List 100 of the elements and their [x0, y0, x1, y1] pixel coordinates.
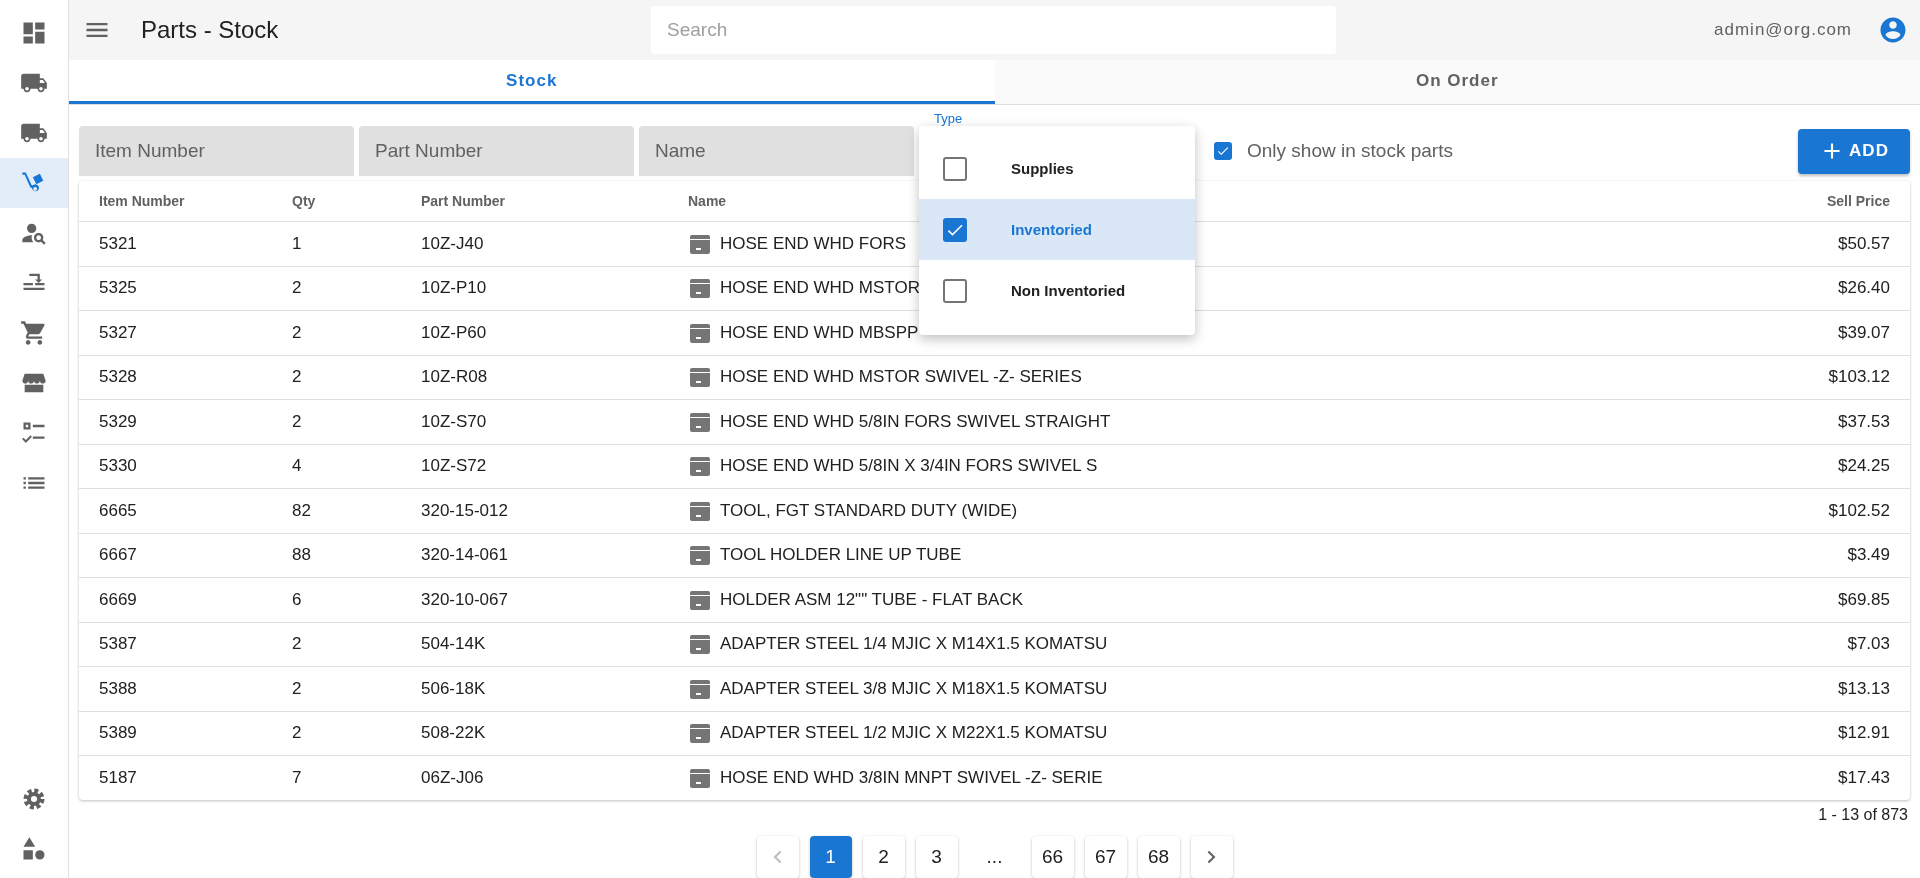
- option-label: Inventoried: [1011, 221, 1092, 238]
- table-cell-text: 2: [292, 634, 303, 655]
- table-cell-text: $13.13: [1837, 678, 1890, 699]
- table-cell: HOSE END WHD MBSPP: [720, 322, 919, 343]
- user-email: admin@org.com: [1714, 20, 1852, 40]
- type-label: Type: [934, 111, 963, 126]
- table-cell: HOSE END WHD 3/8IN MNPT SWIVEL -Z- SERIE: [720, 767, 1103, 788]
- table-cell-text: $102.52: [1827, 500, 1890, 521]
- table-cell: TOOL, FGT STANDARD DUTY (WIDE): [720, 500, 1018, 521]
- table-cell-text: $39.07: [1837, 322, 1890, 343]
- table-cell-text: 6: [292, 589, 303, 610]
- table-cell-text: 10Z-R08: [421, 367, 489, 388]
- column-header: Part Number: [421, 193, 507, 209]
- page-button[interactable]: 3: [915, 835, 958, 878]
- table-cell-text: 6667: [99, 545, 138, 566]
- table-cell-text: $50.57: [1837, 233, 1890, 254]
- account-button[interactable]: [1878, 15, 1908, 45]
- table-cell-text: 2: [292, 278, 303, 299]
- table-cell-text: $69.85: [1837, 589, 1890, 610]
- table-cell-text: $17.43: [1837, 767, 1890, 788]
- checkbox[interactable]: [1214, 142, 1232, 160]
- table-cell-text: 7: [292, 767, 303, 788]
- page-button[interactable]: 66: [1031, 835, 1074, 878]
- checkbox[interactable]: [943, 217, 967, 242]
- table-cell-text: 6665: [99, 500, 138, 521]
- table-cell-text: 6669: [99, 589, 138, 610]
- table-cell-text: 2: [292, 322, 303, 343]
- table-cell-text: 10Z-S70: [421, 411, 488, 432]
- table-cell: HOLDER ASM 12"" TUBE - FLAT BACK: [720, 589, 1024, 610]
- table-cell-text: $7.03: [1846, 634, 1890, 655]
- table-cell-text: 2: [292, 723, 303, 744]
- filter-field[interactable]: Part Number: [359, 126, 634, 176]
- table-cell-text: 5325: [99, 278, 138, 299]
- table-cell-text: 506-18K: [421, 678, 487, 699]
- checkbox[interactable]: [943, 156, 967, 181]
- box-icon: [688, 543, 712, 568]
- table-cell-text: 10Z-P10: [421, 278, 488, 299]
- table-cell-text: $103.12: [1827, 367, 1890, 388]
- box-icon: [688, 365, 712, 390]
- table-cell-text: 06Z-J06: [421, 767, 485, 788]
- chevron-left-icon: [773, 849, 782, 864]
- menu-option[interactable]: Non Inventoried: [919, 260, 1195, 321]
- table-cell-text: 5328: [99, 367, 138, 388]
- table-cell-text: $26.40: [1837, 278, 1890, 299]
- table-cell-text: 10Z-S72: [421, 456, 488, 477]
- menu-option[interactable]: Inventoried: [919, 199, 1195, 260]
- table-cell-text: 82: [292, 500, 312, 521]
- table-cell-text: 5387: [99, 634, 138, 655]
- table-cell-text: 5389: [99, 723, 138, 744]
- table-cell-text: 504-14K: [421, 634, 487, 655]
- page-range: 1 - 13 of 873: [1818, 805, 1908, 825]
- table-cell-text: 320-15-012: [421, 500, 509, 521]
- page-button[interactable]: 68: [1137, 835, 1180, 878]
- table-cell-text: 5327: [99, 322, 138, 343]
- table-cell-text: $3.49: [1846, 545, 1890, 566]
- table-cell-text: 5321: [99, 233, 138, 254]
- menu-option[interactable]: Supplies: [919, 138, 1195, 199]
- box-icon: [688, 454, 712, 479]
- option-label: Supplies: [1011, 160, 1074, 177]
- table-cell-text: 4: [292, 456, 303, 477]
- table-cell-text: 1: [292, 233, 303, 254]
- table-cell-text: $12.91: [1837, 723, 1890, 744]
- table-cell-text: 5388: [99, 678, 138, 699]
- option-label: Non Inventoried: [1011, 282, 1126, 299]
- page-button[interactable]: 1: [809, 835, 852, 878]
- column-header: Item Number: [99, 193, 186, 209]
- table-cell: TOOL HOLDER LINE UP TUBE: [720, 545, 962, 566]
- table-cell-text: 5330: [99, 456, 138, 477]
- column-header: Qty: [292, 193, 317, 209]
- search-field[interactable]: Search: [651, 6, 1336, 54]
- table-cell: ADAPTER STEEL 3/8 MJIC X M18X1.5 KOMATSU: [720, 678, 1108, 699]
- filter-field[interactable]: Name: [639, 126, 914, 176]
- column-header: Name: [688, 193, 728, 209]
- table-cell-text: 5329: [99, 411, 138, 432]
- table-cell: ADAPTER STEEL 1/4 MJIC X M14X1.5 KOMATSU: [720, 634, 1108, 655]
- table-cell-text: $24.25: [1837, 456, 1890, 477]
- box-icon: [688, 276, 712, 301]
- table-cell: HOSE END WHD MSTOR SWIVEL -Z- SERIES: [720, 367, 1082, 388]
- sidebar-item[interactable]: [0, 158, 68, 208]
- add-button[interactable]: ADD: [1798, 128, 1910, 174]
- tab[interactable]: On Order: [994, 60, 1920, 104]
- page-ellipsis: ...: [985, 845, 1004, 868]
- table-cell-text: 88: [292, 545, 312, 566]
- table-cell-text: 320-10-067: [421, 589, 509, 610]
- table-cell-text: 2: [292, 367, 303, 388]
- page-button[interactable]: 67: [1084, 835, 1127, 878]
- table-cell-text: 10Z-P60: [421, 322, 488, 343]
- box-icon: [688, 632, 712, 657]
- table-cell-text: $37.53: [1837, 411, 1890, 432]
- table-cell-text: 2: [292, 411, 303, 432]
- table-cell-text: 508-22K: [421, 723, 487, 744]
- table-cell: HOSE END WHD FORS: [720, 233, 907, 254]
- table-cell: HOSE END WHD 5/8IN X 3/4IN FORS SWIVEL S: [720, 456, 1098, 477]
- filter-field[interactable]: Item Number: [79, 126, 354, 176]
- checkbox-label: Only show in stock parts: [1247, 140, 1453, 162]
- checkbox[interactable]: [943, 278, 967, 303]
- table-cell-text: 5187: [99, 767, 138, 788]
- table-cell-text: 2: [292, 678, 303, 699]
- table-cell-text: 10Z-J40: [421, 233, 485, 254]
- page-button[interactable]: 2: [862, 835, 905, 878]
